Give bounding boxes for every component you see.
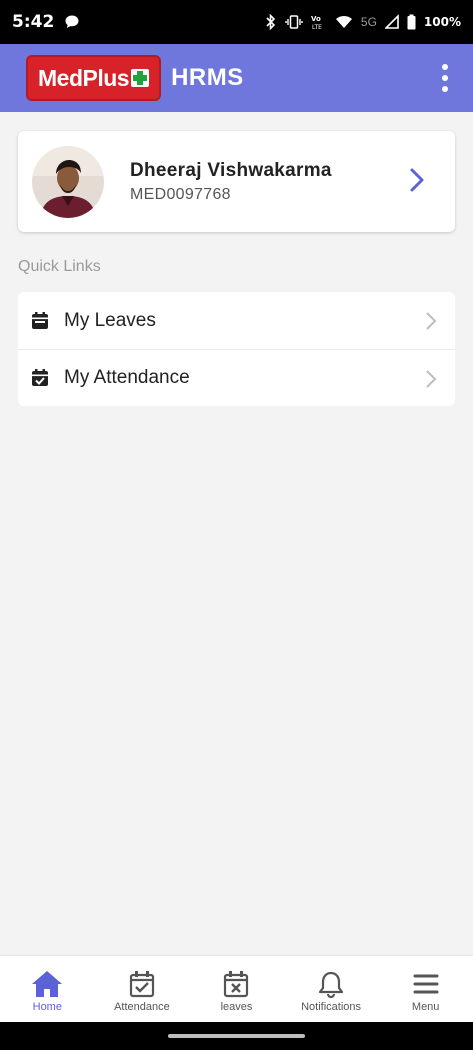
vibrate-icon xyxy=(285,15,303,29)
network-type: 5G xyxy=(360,15,377,29)
nav-menu[interactable]: Menu xyxy=(378,956,473,1022)
svg-text:LTE: LTE xyxy=(312,24,322,30)
nav-label: Attendance xyxy=(114,1001,170,1013)
status-icons: Vo LTE 5G 100% xyxy=(265,14,461,30)
status-time: 5:42 xyxy=(12,12,55,32)
hamburger-icon xyxy=(413,974,439,994)
bluetooth-icon xyxy=(266,14,276,30)
chevron-right-icon xyxy=(410,168,424,192)
nav-label: Menu xyxy=(411,1001,440,1013)
medplus-logo: MedPlus xyxy=(26,55,162,101)
quick-links-heading: Quick Links xyxy=(18,258,101,275)
profile-card[interactable]: Dheeraj Vishwakarma MED0097768 xyxy=(18,131,455,232)
app-bar: MedPlus HRMS xyxy=(0,44,473,112)
profile-details: Dheeraj Vishwakarma MED0097768 xyxy=(130,160,332,204)
quick-link-my-attendance[interactable]: My Attendance xyxy=(18,349,455,406)
nav-label: leaves xyxy=(220,1001,253,1013)
quick-link-label: My Leaves xyxy=(64,309,156,331)
nav-label: Notifications xyxy=(301,1001,362,1013)
battery-level: 100% xyxy=(423,15,461,29)
svg-text:Vo: Vo xyxy=(311,15,321,23)
nav-label: Home xyxy=(32,1001,62,1013)
volte-icon: VoLTE xyxy=(311,15,322,30)
bottom-navigation: Home Attendance leaves Notifications Men… xyxy=(0,955,473,1022)
signal-icon xyxy=(384,14,399,29)
chat-icon xyxy=(65,15,79,28)
employee-id: MED0097768 xyxy=(130,185,231,203)
nav-notifications[interactable]: Notifications xyxy=(284,956,379,1022)
nav-attendance[interactable]: Attendance xyxy=(95,956,190,1022)
calendar-check-icon xyxy=(129,971,154,998)
medical-cross-icon xyxy=(131,69,150,87)
quick-link-label: My Attendance xyxy=(64,367,190,388)
nav-leaves[interactable]: leaves xyxy=(189,956,284,1022)
calendar-check-icon xyxy=(32,369,48,386)
app-title: HRMS xyxy=(171,64,244,91)
calendar-x-icon xyxy=(224,971,249,998)
quick-link-my-leaves[interactable]: My Leaves xyxy=(18,292,455,349)
more-options-icon[interactable] xyxy=(435,64,455,92)
gesture-navigation-area xyxy=(0,1022,473,1050)
calendar-icon xyxy=(32,311,48,329)
avatar xyxy=(32,145,104,218)
quick-links-list: My Leaves My Attendance xyxy=(18,292,455,406)
chevron-right-icon xyxy=(426,370,437,388)
bell-icon xyxy=(318,971,344,998)
logo-text: MedPlus xyxy=(38,64,130,91)
nav-home[interactable]: Home xyxy=(0,956,95,1022)
profile-name: Dheeraj Vishwakarma xyxy=(130,159,332,181)
status-bar: 5:42 Vo LTE 5G 100% xyxy=(0,0,473,44)
battery-icon xyxy=(407,14,416,30)
home-icon xyxy=(32,971,63,997)
gesture-handle[interactable] xyxy=(168,1034,305,1038)
chevron-right-icon xyxy=(426,312,437,330)
wifi-icon xyxy=(335,16,352,28)
